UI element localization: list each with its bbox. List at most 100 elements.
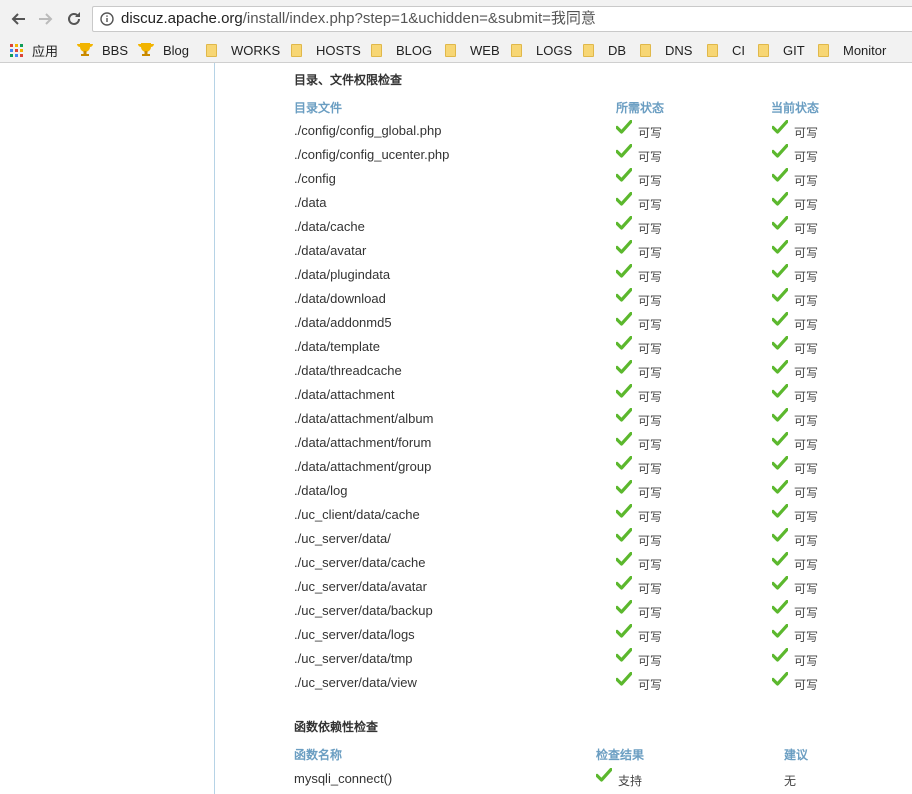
table-row: ./uc_server/data/可写 可写 xyxy=(294,527,894,551)
current-status-text: 可写 xyxy=(794,318,819,332)
folder-icon xyxy=(707,43,718,57)
current-status: 可写 xyxy=(772,263,818,285)
dir-path: ./data/attachment xyxy=(294,387,395,402)
forward-button[interactable] xyxy=(36,9,56,29)
func-result: 支持 xyxy=(596,767,642,789)
required-status: 可写 xyxy=(616,575,662,597)
check-icon xyxy=(596,768,612,782)
folder-icon xyxy=(818,43,829,57)
func-advice-text: 无 xyxy=(784,774,797,788)
col-header-current: 当前状态 xyxy=(771,101,820,115)
required-status-text: 可写 xyxy=(638,558,663,572)
table-row: ./data/attachment 可写 可写 xyxy=(294,383,894,407)
current-status: 可写 xyxy=(772,383,818,405)
bookmark-item[interactable]: BLOG xyxy=(371,38,432,62)
col-header-result: 检查结果 xyxy=(596,748,645,762)
check-icon xyxy=(616,216,632,230)
required-status-text: 可写 xyxy=(638,270,663,284)
page-content: 目录、文件权限检查 目录文件 所需状态 当前状态 ./config/config… xyxy=(0,63,912,794)
table-row: ./data 可写 可写 xyxy=(294,191,894,215)
bookmark-item[interactable]: DB xyxy=(583,38,626,62)
func-advice: 无 xyxy=(784,767,796,789)
required-status-text: 可写 xyxy=(638,342,663,356)
forward-arrow-icon xyxy=(39,13,53,25)
current-status-text: 可写 xyxy=(794,390,819,404)
bookmark-item[interactable]: Blog xyxy=(137,38,189,62)
bookmark-item[interactable]: Monitor xyxy=(818,38,886,62)
required-status: 可写 xyxy=(616,311,662,333)
current-status: 可写 xyxy=(772,431,818,453)
current-status-text: 可写 xyxy=(794,222,819,236)
bookmark-item[interactable]: WEB xyxy=(445,38,500,62)
bookmark-item[interactable]: HOSTS xyxy=(291,38,361,62)
current-status: 可写 xyxy=(772,407,818,429)
table-row: ./uc_server/data/view 可写 可写 xyxy=(294,671,894,695)
bookmark-item[interactable]: 应用 xyxy=(10,38,58,62)
table-row: ./uc_server/data/cache 可写 可写 xyxy=(294,551,894,575)
address-bar[interactable]: discuz.apache.org/install/index.php?step… xyxy=(92,6,912,32)
back-button[interactable] xyxy=(8,9,28,29)
bookmark-label: CI xyxy=(732,42,745,58)
dir-path: ./data/avatar xyxy=(294,243,367,258)
current-status-text: 可写 xyxy=(794,150,819,164)
required-status: 可写 xyxy=(616,503,662,525)
current-status-text: 可写 xyxy=(794,582,819,596)
bookmark-item[interactable]: WORKS xyxy=(206,38,280,62)
bookmark-label: WORKS xyxy=(231,42,281,58)
func-name: mysqli_connect() xyxy=(294,771,393,786)
col-header-required: 所需状态 xyxy=(616,101,665,115)
required-status: 可写 xyxy=(616,383,662,405)
current-status: 可写 xyxy=(772,335,818,357)
current-status-text: 可写 xyxy=(794,438,819,452)
table-row: mysqli_connect() 支持 无 xyxy=(294,767,894,791)
dir-path: ./data/addonmd5 xyxy=(294,315,392,330)
info-icon[interactable] xyxy=(100,12,114,26)
current-status-text: 可写 xyxy=(794,126,819,140)
folder-icon xyxy=(758,43,769,57)
table-row: ./data/template 可写 可写 xyxy=(294,335,894,359)
dir-path: ./uc_server/data/avatar xyxy=(294,579,427,594)
trophy-icon xyxy=(76,42,94,59)
folder-icon xyxy=(445,43,456,57)
check-icon xyxy=(772,552,788,566)
required-status: 可写 xyxy=(616,479,662,501)
check-icon xyxy=(772,600,788,614)
required-status-text: 可写 xyxy=(638,582,663,596)
check-icon xyxy=(616,264,632,278)
folder-icon xyxy=(583,43,594,57)
required-status-text: 可写 xyxy=(638,174,663,188)
bookmark-item[interactable]: GIT xyxy=(758,38,805,62)
current-status-text: 可写 xyxy=(794,174,819,188)
required-status: 可写 xyxy=(616,119,662,141)
reload-button[interactable] xyxy=(64,9,84,29)
current-status: 可写 xyxy=(772,671,818,693)
folder-icon xyxy=(640,43,651,57)
current-status: 可写 xyxy=(772,479,818,501)
check-icon xyxy=(616,528,632,542)
current-status-text: 可写 xyxy=(794,462,819,476)
apps-grid-icon xyxy=(10,43,23,57)
table-row: ./data/download 可写 可写 xyxy=(294,287,894,311)
current-status: 可写 xyxy=(772,503,818,525)
browser-toolbar: discuz.apache.org/install/index.php?step… xyxy=(0,0,912,38)
check-icon xyxy=(772,336,788,350)
current-status: 可写 xyxy=(772,527,818,549)
bookmark-item[interactable]: LOGS xyxy=(511,38,572,62)
dir-path: ./config/config_global.php xyxy=(294,123,442,138)
check-icon xyxy=(772,648,788,662)
bookmark-item[interactable]: CI xyxy=(707,38,745,62)
check-icon xyxy=(772,216,788,230)
check-icon xyxy=(772,144,788,158)
current-status-text: 可写 xyxy=(794,606,819,620)
check-icon xyxy=(616,432,632,446)
bookmark-item[interactable]: DNS xyxy=(640,38,692,62)
current-status-text: 可写 xyxy=(794,534,819,548)
current-status: 可写 xyxy=(772,359,818,381)
current-status-text: 可写 xyxy=(794,414,819,428)
bookmark-label: Monitor xyxy=(843,42,887,58)
bookmark-label: GIT xyxy=(783,42,805,58)
check-icon xyxy=(616,168,632,182)
current-status: 可写 xyxy=(772,287,818,309)
func-result-text: 支持 xyxy=(618,774,643,788)
bookmark-item[interactable]: BBS xyxy=(76,38,128,62)
